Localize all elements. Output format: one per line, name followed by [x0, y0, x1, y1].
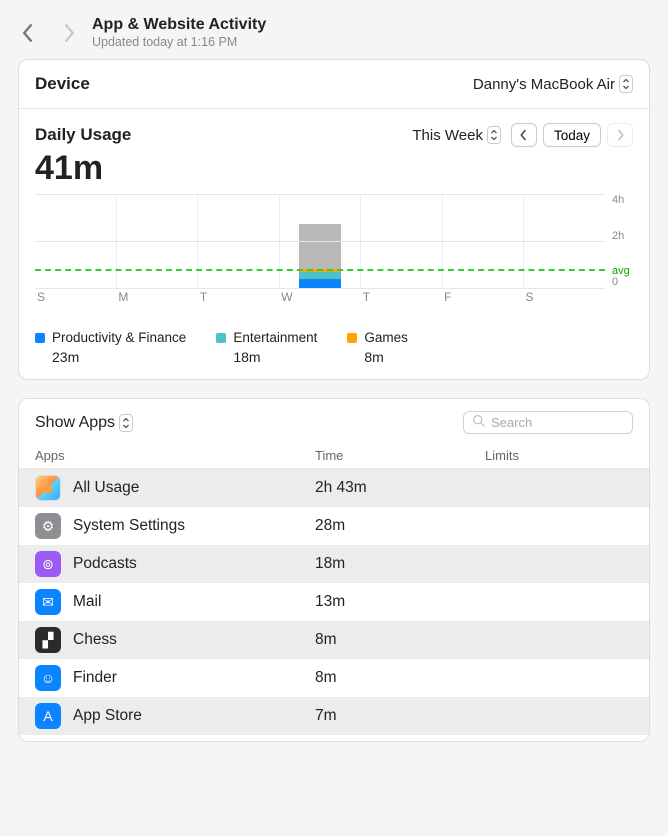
device-row: Device Danny's MacBook Air [19, 60, 649, 109]
app-name: Finder [73, 669, 117, 687]
show-apps-label: Show Apps [35, 414, 115, 432]
legend-swatch [35, 333, 45, 343]
col-apps[interactable]: Apps [35, 448, 315, 463]
forward-button[interactable] [60, 24, 78, 42]
app-icon: A [35, 703, 61, 729]
table-row[interactable]: ✉ Mail 13m [19, 583, 649, 621]
legend-time: 8m [347, 349, 408, 365]
window-header: App & Website Activity Updated today at … [0, 0, 668, 59]
updown-icon [119, 414, 133, 432]
legend-swatch [216, 333, 226, 343]
app-time: 2h 43m [315, 479, 485, 497]
total-usage: 41m [19, 147, 649, 194]
range-select[interactable]: This Week [412, 126, 501, 144]
app-time: 28m [315, 517, 485, 535]
legend-swatch [347, 333, 357, 343]
app-name: Mail [73, 593, 101, 611]
table-header: Apps Time Limits [19, 444, 649, 469]
app-icon: ▞ [35, 627, 61, 653]
app-icon: ✉ [35, 589, 61, 615]
search-box[interactable] [463, 411, 633, 434]
table-row[interactable]: A App Store 7m [19, 697, 649, 735]
app-name: All Usage [73, 479, 139, 497]
prev-period-button[interactable] [511, 123, 537, 147]
usage-panel: Device Danny's MacBook Air Daily Usage T… [18, 59, 650, 380]
legend-label: Productivity & Finance [52, 330, 186, 345]
table-row[interactable]: ◆ All Usage 2h 43m [19, 469, 649, 507]
legend-label: Games [364, 330, 408, 345]
app-time: 8m [315, 669, 485, 687]
app-icon: ◆ [35, 475, 61, 501]
table-row[interactable]: ⊚ Podcasts 18m [19, 545, 649, 583]
date-nav: Today [511, 123, 633, 147]
app-icon: ☺ [35, 665, 61, 691]
table-row[interactable]: ☺ Finder 8m [19, 659, 649, 697]
legend-item: Games 8m [347, 330, 408, 365]
app-icon: ⚙ [35, 513, 61, 539]
legend-time: 23m [35, 349, 186, 365]
app-time: 18m [315, 555, 485, 573]
app-time: 8m [315, 631, 485, 649]
page-subtitle: Updated today at 1:16 PM [92, 35, 266, 49]
legend: Productivity & Finance 23m Entertainment 18… [19, 314, 649, 379]
apps-panel: Show Apps Apps Time Limits ◆ All Usage 2h … [18, 398, 650, 742]
show-apps-select[interactable]: Show Apps [35, 414, 133, 432]
page-title: App & Website Activity [92, 16, 266, 34]
legend-label: Entertainment [233, 330, 317, 345]
app-name: Chess [73, 631, 117, 649]
app-time: 7m [315, 707, 485, 725]
search-icon [472, 414, 485, 432]
table-row[interactable]: ⚙ System Settings 28m [19, 507, 649, 545]
device-value: Danny's MacBook Air [473, 76, 615, 93]
legend-item: Entertainment 18m [216, 330, 317, 365]
title-block: App & Website Activity Updated today at … [92, 16, 266, 49]
list-toolbar: Show Apps [19, 399, 649, 444]
col-limits[interactable]: Limits [485, 448, 633, 463]
app-name: System Settings [73, 517, 185, 535]
legend-time: 18m [216, 349, 317, 365]
col-time[interactable]: Time [315, 448, 485, 463]
app-name: Podcasts [73, 555, 137, 573]
usage-controls: This Week Today [412, 123, 633, 147]
legend-item: Productivity & Finance 23m [35, 330, 186, 365]
next-period-button[interactable] [607, 123, 633, 147]
updown-icon [619, 75, 633, 93]
app-name: App Store [73, 707, 142, 725]
device-label: Device [35, 74, 90, 94]
app-time: 13m [315, 593, 485, 611]
today-label: Today [554, 128, 590, 143]
range-value: This Week [412, 127, 483, 144]
daily-usage-label: Daily Usage [35, 125, 131, 145]
table-row[interactable]: ▞ Chess 8m [19, 621, 649, 659]
device-select[interactable]: Danny's MacBook Air [473, 75, 633, 93]
nav-arrows [18, 24, 78, 42]
app-icon: ⊚ [35, 551, 61, 577]
search-input[interactable] [491, 415, 650, 430]
back-button[interactable] [18, 24, 36, 42]
usage-title-row: Daily Usage This Week Today [19, 109, 649, 147]
today-button[interactable]: Today [543, 123, 601, 147]
table-body: ◆ All Usage 2h 43m ⚙ System Settings 28m ⊚ Podc… [19, 469, 649, 735]
usage-chart: SMTWTFS 4h2havg0 [19, 194, 649, 314]
updown-icon [487, 126, 501, 144]
